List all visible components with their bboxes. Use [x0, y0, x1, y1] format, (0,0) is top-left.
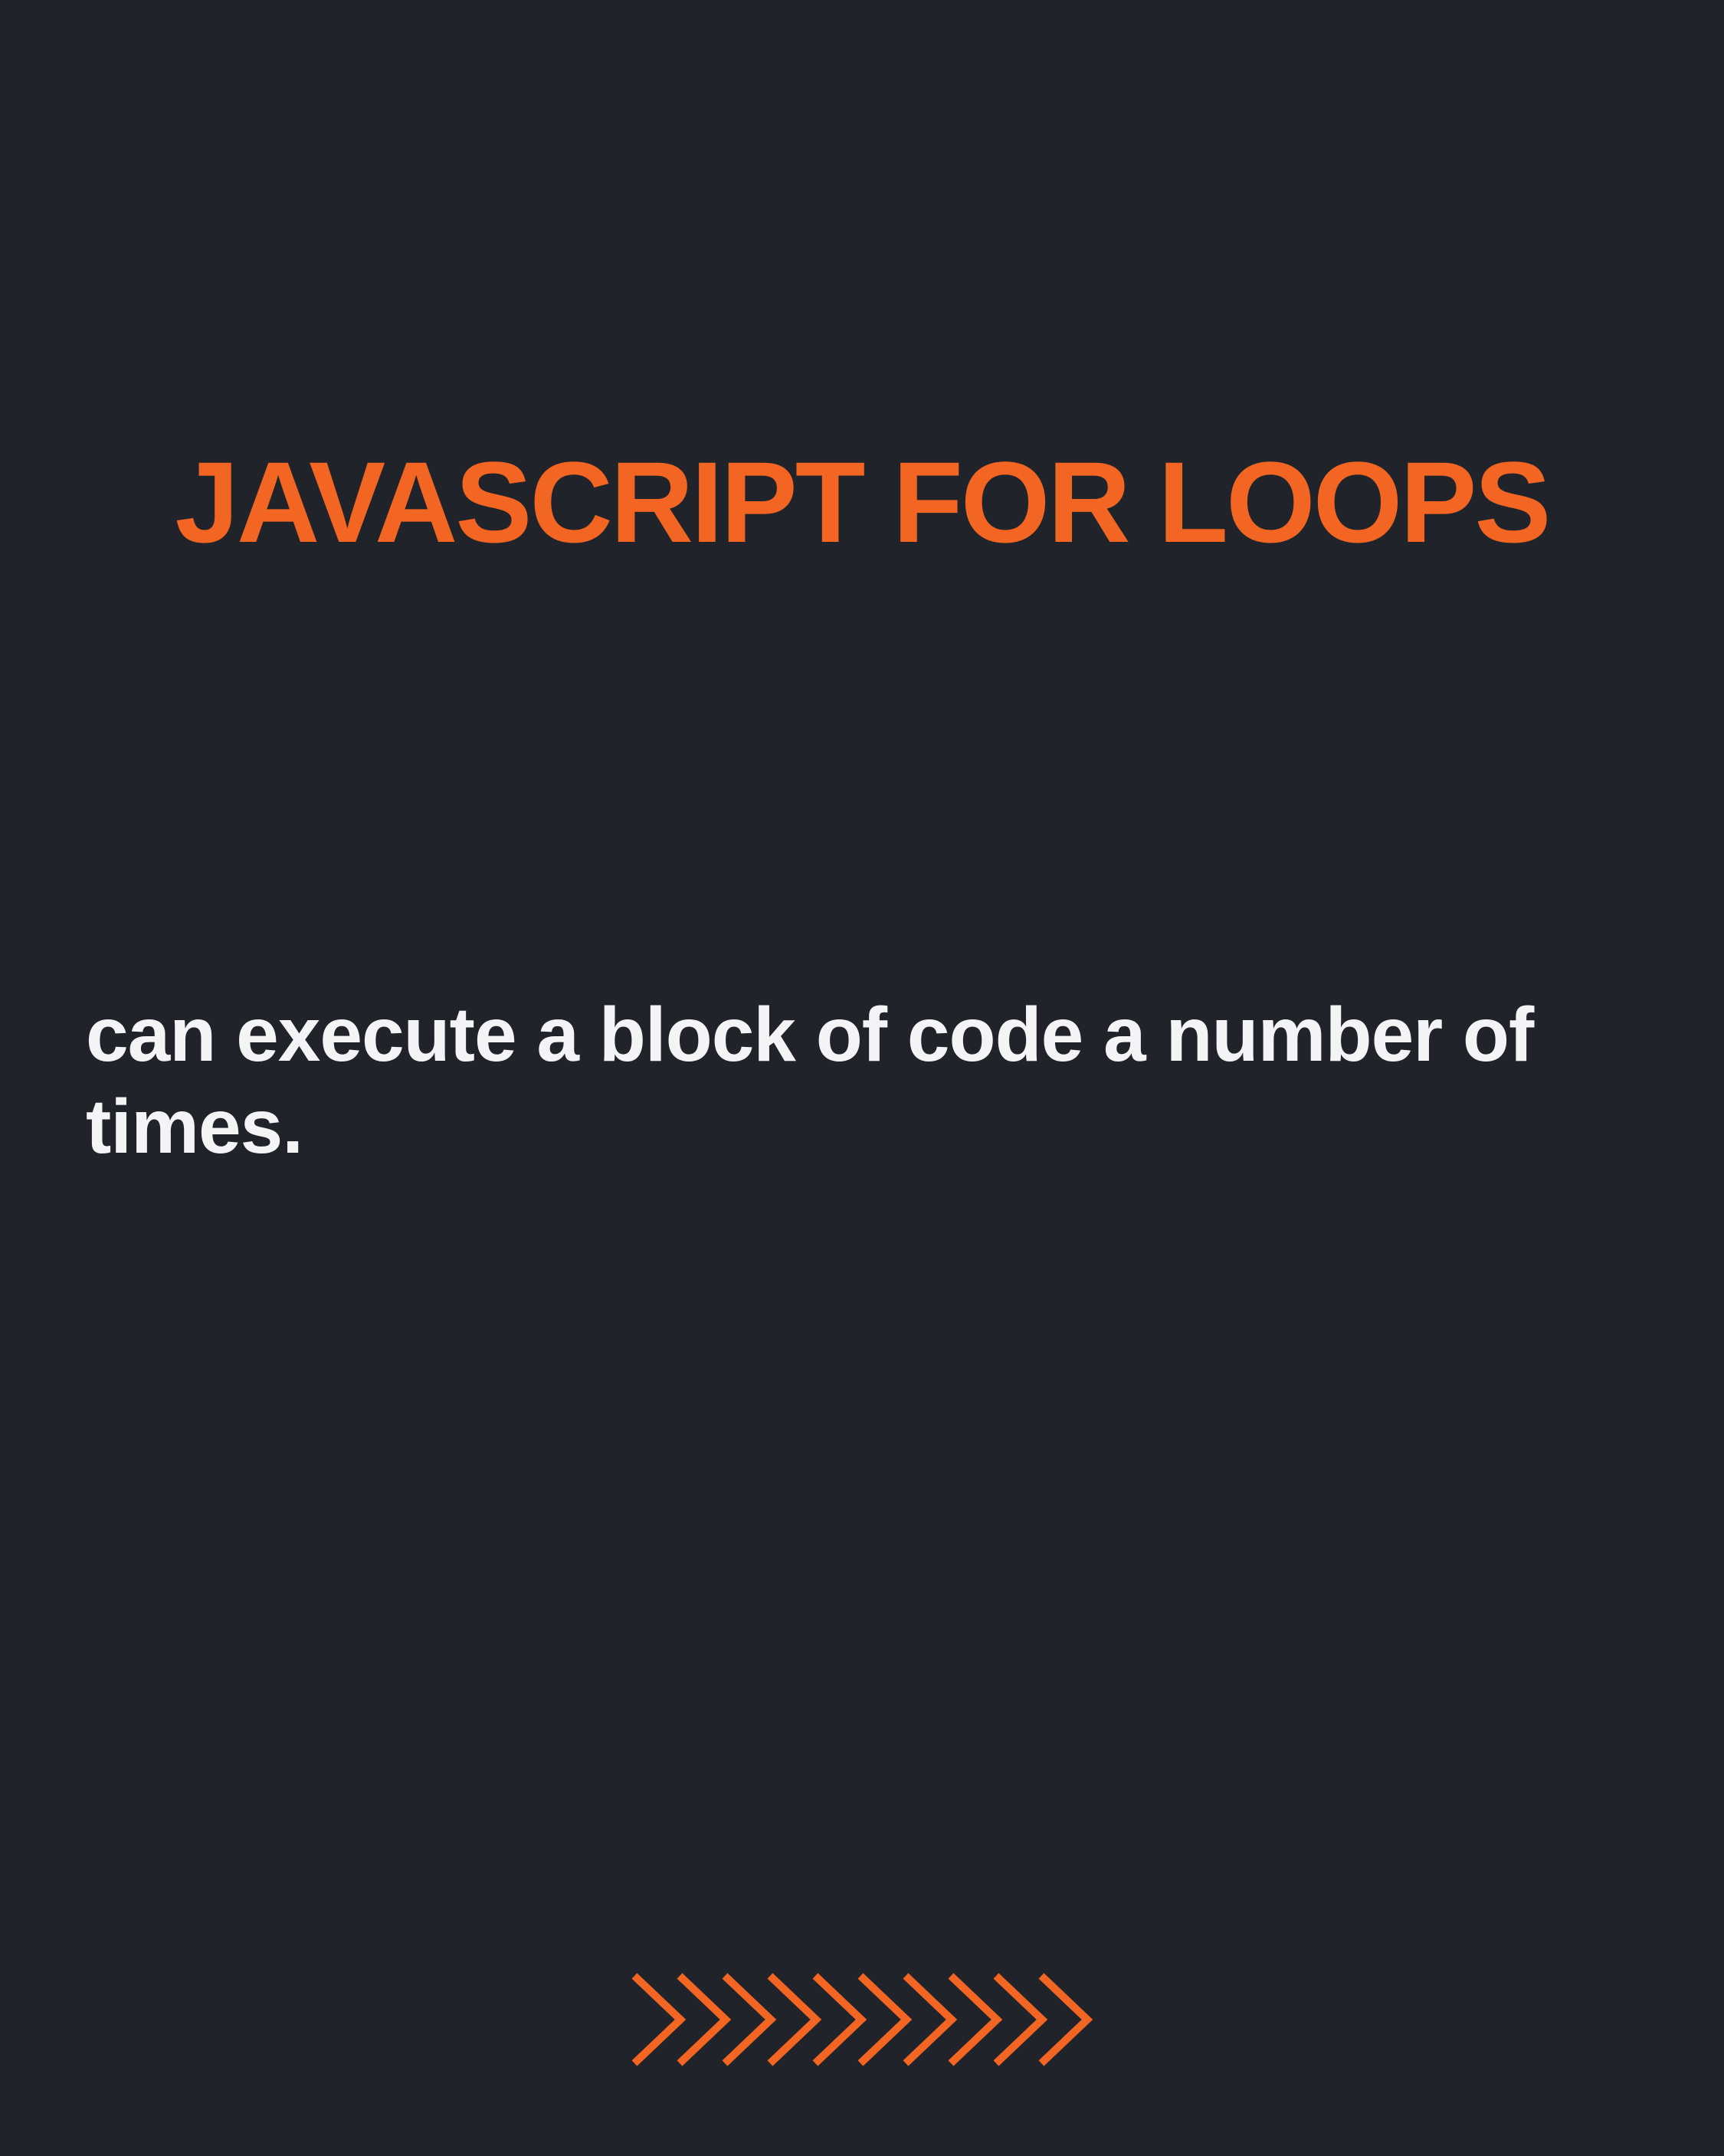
chevron-icon [677, 1973, 732, 2066]
page-title: JAVASCRIPT FOR LOOPS [175, 438, 1552, 566]
slide: JAVASCRIPT FOR LOOPS can execute a block… [0, 0, 1724, 2156]
chevron-icon [722, 1973, 777, 2066]
chevron-icon [993, 1973, 1048, 2066]
chevron-icon [1038, 1973, 1093, 2066]
description-text: can execute a block of code a number of … [86, 992, 1534, 1170]
chevron-icon [631, 1973, 687, 2066]
chevron-icon [948, 1973, 1003, 2066]
chevron-icon [857, 1973, 913, 2066]
chevron-icon [812, 1973, 867, 2066]
chevron-icon [767, 1973, 822, 2066]
chevron-icon [903, 1973, 958, 2066]
chevron-arrows-icon [631, 1973, 1093, 2066]
